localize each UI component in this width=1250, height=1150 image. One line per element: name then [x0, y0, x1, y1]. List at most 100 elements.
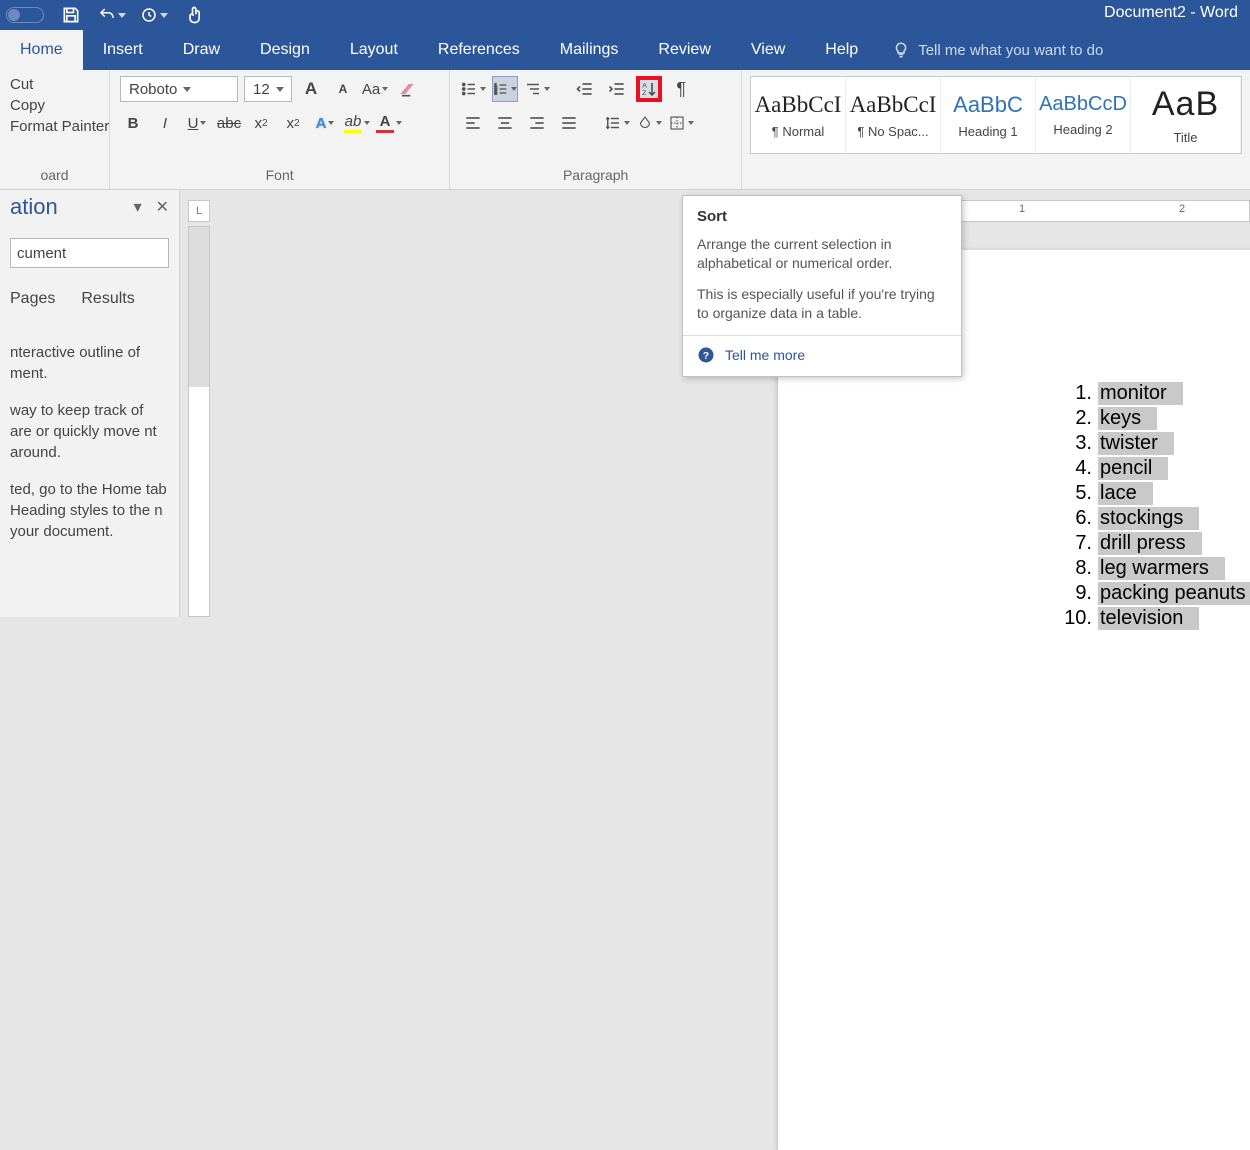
tab-insert[interactable]: Insert [83, 30, 163, 70]
subscript-button[interactable]: x2 [248, 110, 274, 136]
cut-button[interactable]: Cut [10, 76, 99, 93]
navigation-title: ation [10, 194, 58, 220]
style-heading2[interactable]: AaBbCcDHeading 2 [1036, 77, 1131, 153]
clear-formatting-button[interactable] [394, 76, 420, 102]
window-title: Document2 - Word [1104, 4, 1238, 22]
ribbon-tabs: Home Insert Draw Design Layout Reference… [0, 30, 1250, 70]
font-name-combo[interactable]: Roboto [120, 76, 238, 102]
horizontal-ruler[interactable]: 1 2 [948, 200, 1250, 222]
tooltip-body-2: This is especially useful if you're tryi… [697, 285, 947, 323]
sort-tooltip: Sort Arrange the current selection in al… [682, 195, 962, 377]
font-color-button[interactable]: A [376, 110, 402, 136]
shrink-font-button[interactable]: A [330, 76, 356, 102]
redo-button[interactable] [140, 6, 168, 24]
justify-button[interactable] [556, 110, 582, 136]
svg-text:3: 3 [495, 90, 498, 95]
nav-body-text: nteractive outline of ment. way to keep … [10, 342, 169, 542]
svg-text:?: ? [703, 349, 709, 361]
decrease-indent-button[interactable] [572, 76, 598, 102]
font-size-combo[interactable]: 12 [244, 76, 292, 102]
italic-button[interactable]: I [152, 110, 178, 136]
list-item: 9.packing peanuts [1058, 582, 1250, 605]
nav-dropdown-icon[interactable]: ▾ [134, 197, 142, 217]
navigation-pane: ation ▾ ✕ ▾ Pages Results nteractive out… [0, 190, 180, 617]
titlebar: Document2 - Word [0, 0, 1250, 30]
tab-view[interactable]: View [731, 30, 805, 70]
sort-button[interactable]: AZ [636, 76, 662, 102]
styles-gallery[interactable]: AaBbCcI¶ Normal AaBbCcI¶ No Spac... AaBb… [750, 76, 1242, 154]
nav-tab-pages[interactable]: Pages [10, 290, 55, 308]
save-icon[interactable] [58, 2, 84, 28]
show-hide-paragraph-button[interactable]: ¶ [668, 76, 694, 102]
style-normal[interactable]: AaBbCcI¶ Normal [751, 77, 846, 153]
align-right-button[interactable] [524, 110, 550, 136]
tab-draw[interactable]: Draw [163, 30, 240, 70]
copy-button[interactable]: Copy [10, 97, 99, 114]
tab-references[interactable]: References [418, 30, 540, 70]
vertical-ruler[interactable] [188, 226, 210, 617]
tooltip-body-1: Arrange the current selection in alphabe… [697, 235, 947, 273]
tab-layout[interactable]: Layout [330, 30, 418, 70]
style-title[interactable]: AaBTitle [1131, 77, 1241, 153]
document-page[interactable]: 1.monitor 2.keys 3.twister 4.pencil 5.la… [778, 250, 1250, 1150]
nav-search-input[interactable] [17, 245, 216, 262]
change-case-button[interactable]: Aa [362, 76, 388, 102]
tooltip-title: Sort [697, 208, 947, 225]
list-item: 10.television [1058, 607, 1250, 630]
list-item: 2.keys [1058, 407, 1250, 430]
ribbon-home: Cut Copy Format Painter oard Roboto 12 A… [0, 70, 1250, 190]
increase-indent-button[interactable] [604, 76, 630, 102]
strikethrough-button[interactable]: abc [216, 110, 242, 136]
group-label-paragraph: Paragraph [460, 167, 731, 185]
multilevel-list-button[interactable] [524, 76, 550, 102]
nav-search-box[interactable]: ▾ [10, 238, 169, 268]
nav-tab-results[interactable]: Results [81, 290, 134, 308]
superscript-button[interactable]: x2 [280, 110, 306, 136]
lightbulb-icon [892, 41, 910, 59]
group-label-font: Font [120, 167, 439, 185]
line-spacing-button[interactable] [604, 110, 630, 136]
list-item: 6.stockings [1058, 507, 1250, 530]
list-item: 8.leg warmers [1058, 557, 1250, 580]
group-font: Roboto 12 A A Aa B I U abc x2 x2 A ab A [110, 70, 450, 189]
style-heading1[interactable]: AaBbCHeading 1 [941, 77, 1036, 153]
group-paragraph: 123 AZ ¶ Paragraph [450, 70, 742, 189]
tell-me-placeholder: Tell me what you want to do [918, 42, 1103, 59]
help-icon: ? [697, 346, 715, 364]
ruler-corner-icon[interactable]: L [188, 200, 210, 222]
underline-button[interactable]: U [184, 110, 210, 136]
quick-access-toolbar [0, 2, 208, 28]
list-item: 3.twister [1058, 432, 1250, 455]
style-no-spacing[interactable]: AaBbCcI¶ No Spac... [846, 77, 941, 153]
group-styles: AaBbCcI¶ Normal AaBbCcI¶ No Spac... AaBb… [742, 70, 1250, 189]
list-item: 1.monitor [1058, 382, 1250, 405]
list-item: 5.lace [1058, 482, 1250, 505]
nav-close-icon[interactable]: ✕ [156, 197, 169, 217]
undo-button[interactable] [98, 6, 126, 24]
group-clipboard: Cut Copy Format Painter oard [0, 70, 110, 189]
touch-mode-icon[interactable] [182, 2, 208, 28]
tab-review[interactable]: Review [638, 30, 730, 70]
bold-button[interactable]: B [120, 110, 146, 136]
shading-button[interactable] [636, 110, 662, 136]
tell-me-more-link[interactable]: ? Tell me more [697, 346, 947, 364]
numbering-button[interactable]: 123 [492, 76, 518, 102]
tab-home[interactable]: Home [0, 30, 83, 70]
tab-help[interactable]: Help [805, 30, 878, 70]
align-left-button[interactable] [460, 110, 486, 136]
autosave-toggle[interactable] [6, 7, 44, 23]
list-item: 7.drill press [1058, 532, 1250, 555]
text-effects-button[interactable]: A [312, 110, 338, 136]
svg-text:A: A [643, 83, 648, 90]
borders-button[interactable] [668, 110, 694, 136]
bullets-button[interactable] [460, 76, 486, 102]
tell-me-search[interactable]: Tell me what you want to do [878, 30, 1103, 70]
format-painter-button[interactable]: Format Painter [10, 118, 99, 135]
list-item: 4.pencil [1058, 457, 1250, 480]
highlight-button[interactable]: ab [344, 110, 370, 136]
tab-mailings[interactable]: Mailings [540, 30, 639, 70]
align-center-button[interactable] [492, 110, 518, 136]
grow-font-button[interactable]: A [298, 76, 324, 102]
tab-design[interactable]: Design [240, 30, 330, 70]
document-list[interactable]: 1.monitor 2.keys 3.twister 4.pencil 5.la… [1058, 382, 1250, 630]
